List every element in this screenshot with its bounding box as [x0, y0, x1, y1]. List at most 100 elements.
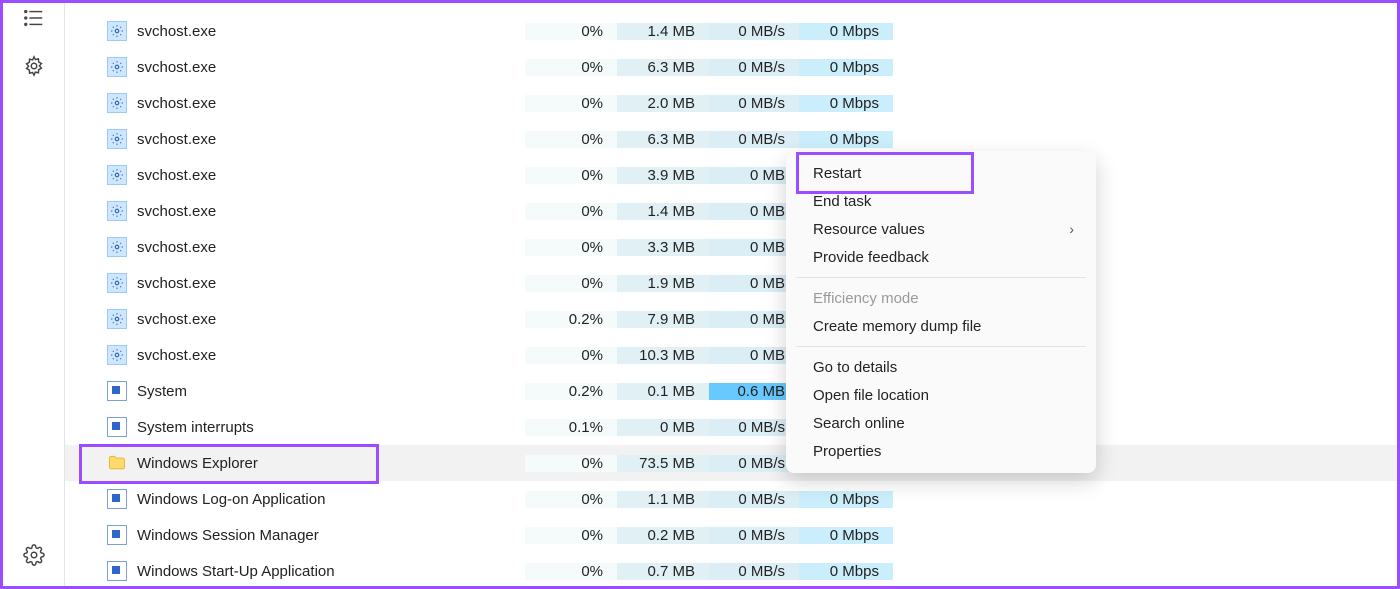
process-name: svchost.exe	[137, 347, 216, 364]
process-row[interactable]: System interrupts0.1%0 MB0 MB/s0 Mbps	[65, 409, 1397, 445]
cpu-cell: 0%	[525, 275, 617, 292]
process-name: Windows Explorer	[137, 455, 258, 472]
process-row[interactable]: svchost.exe0%6.3 MB0 MB/s0 Mbps	[65, 49, 1397, 85]
list-view-icon[interactable]	[23, 7, 45, 29]
context-menu-separator	[796, 346, 1086, 347]
gear-icon	[107, 309, 127, 329]
disk-cell: 0 MB/s	[709, 95, 799, 112]
ctx-open-file-location[interactable]: Open file location	[786, 381, 1096, 409]
ctx-go-to-details-label: Go to details	[813, 359, 897, 376]
process-row[interactable]: Windows Start-Up Application0%0.7 MB0 MB…	[65, 553, 1397, 589]
cpu-cell: 0.1%	[525, 419, 617, 436]
cpu-cell: 0%	[525, 455, 617, 472]
cpu-cell: 0%	[525, 527, 617, 544]
disk-cell: 0 MB/s	[709, 23, 799, 40]
net-cell: 0 Mbps	[799, 527, 893, 544]
gear-icon	[107, 21, 127, 41]
ctx-go-to-details[interactable]: Go to details	[786, 353, 1096, 381]
process-row[interactable]: svchost.exe 0%6.3 MB0 MB/s0 Mbps	[65, 121, 1397, 157]
process-name: svchost.exe	[137, 203, 216, 220]
net-cell: 0 Mbps	[799, 491, 893, 508]
gear-icon	[107, 165, 127, 185]
process-name: svchost.exe	[137, 275, 216, 292]
process-row[interactable]: Windows Log-on Application0%1.1 MB0 MB/s…	[65, 481, 1397, 517]
ctx-provide-feedback-label: Provide feedback	[813, 249, 929, 266]
cpu-cell: 0%	[525, 95, 617, 112]
gear-icon	[107, 345, 127, 365]
ctx-resource-values[interactable]: Resource values›	[786, 215, 1096, 243]
process-name: svchost.exe	[137, 167, 216, 184]
ctx-provide-feedback[interactable]: Provide feedback	[786, 243, 1096, 271]
process-name: svchost.exe	[137, 23, 216, 40]
disk-cell: 0 MB/s	[709, 527, 799, 544]
settings-icon[interactable]	[23, 544, 45, 566]
gear-icon	[107, 93, 127, 113]
process-name: Windows Start-Up Application	[137, 563, 335, 580]
process-table: svchost.exe0%1.4 MB0 MB/s0 Mbpssvchost.e…	[65, 3, 1397, 586]
process-row[interactable]: svchost.exe0%1.4 MB0 MB/s0 Mbps	[65, 13, 1397, 49]
mem-cell: 0.7 MB	[617, 563, 709, 580]
process-row[interactable]: System0.2%0.1 MB0.6 MB	[65, 373, 1397, 409]
mem-cell: 0.1 MB	[617, 383, 709, 400]
gear-icon	[107, 201, 127, 221]
ctx-restart-label: Restart	[813, 165, 861, 182]
mem-cell: 3.3 MB	[617, 239, 709, 256]
mem-cell: 1.4 MB	[617, 23, 709, 40]
gear-icon	[107, 57, 127, 77]
process-row[interactable]: svchost.exe0%10.3 MB0 MB	[65, 337, 1397, 373]
cpu-cell: 0%	[525, 347, 617, 364]
ctx-search-online[interactable]: Search online	[786, 409, 1096, 437]
system-icon	[107, 489, 127, 509]
process-name: System interrupts	[137, 419, 254, 436]
process-name: svchost.exe	[137, 95, 216, 112]
net-cell: 0 Mbps	[799, 563, 893, 580]
net-cell: 0 Mbps	[799, 23, 893, 40]
ctx-properties-label: Properties	[813, 443, 881, 460]
mem-cell: 6.3 MB	[617, 131, 709, 148]
startup-apps-icon[interactable]	[23, 55, 45, 77]
cpu-cell: 0%	[525, 491, 617, 508]
process-name: svchost.exe	[137, 59, 216, 76]
process-row[interactable]: svchost.exe0.2%7.9 MB0 MB	[65, 301, 1397, 337]
chevron-right-icon: ›	[1069, 221, 1074, 237]
process-name: Windows Session Manager	[137, 527, 319, 544]
mem-cell: 3.9 MB	[617, 167, 709, 184]
cpu-cell: 0.2%	[525, 383, 617, 400]
process-row[interactable]: svchost.exe0%2.0 MB0 MB/s0 Mbps	[65, 85, 1397, 121]
net-cell: 0 Mbps	[799, 131, 893, 148]
ctx-properties[interactable]: Properties	[786, 437, 1096, 465]
mem-cell: 0.2 MB	[617, 527, 709, 544]
process-name: svchost.exe	[137, 131, 216, 148]
process-name: svchost.exe	[137, 311, 216, 328]
system-icon	[107, 381, 127, 401]
process-row[interactable]: svchost.exe0%1.9 MB0 MB	[65, 265, 1397, 301]
disk-cell: 0 MB/s	[709, 563, 799, 580]
disk-cell: 0 MB/s	[709, 131, 799, 148]
disk-cell: 0 MB/s	[709, 59, 799, 76]
gear-icon	[107, 237, 127, 257]
cpu-cell: 0%	[525, 239, 617, 256]
process-name: Windows Log-on Application	[137, 491, 325, 508]
mem-cell: 0 MB	[617, 419, 709, 436]
sidebar	[3, 3, 65, 586]
process-row[interactable]: Windows Session Manager 0%0.2 MB0 MB/s0 M…	[65, 517, 1397, 553]
ctx-create-dump[interactable]: Create memory dump file	[786, 312, 1096, 340]
process-row[interactable]: svchost.exe0%3.9 MB0 MB	[65, 157, 1397, 193]
gear-icon	[107, 273, 127, 293]
mem-cell: 1.1 MB	[617, 491, 709, 508]
net-cell: 0 Mbps	[799, 59, 893, 76]
cpu-cell: 0%	[525, 131, 617, 148]
process-row[interactable]: svchost.exe0%1.4 MB0 MB	[65, 193, 1397, 229]
ctx-restart[interactable]: Restart	[786, 159, 1096, 187]
process-row[interactable]: Windows Explorer0%73.5 MB0 MB/s0 Mbps	[65, 445, 1397, 481]
cpu-cell: 0%	[525, 203, 617, 220]
mem-cell: 1.4 MB	[617, 203, 709, 220]
context-menu: Restart End task Resource values› Provid…	[786, 151, 1096, 473]
system-icon	[107, 417, 127, 437]
process-name: System	[137, 383, 187, 400]
ctx-end-task-label: End task	[813, 193, 871, 210]
mem-cell: 1.9 MB	[617, 275, 709, 292]
ctx-end-task[interactable]: End task	[786, 187, 1096, 215]
cpu-cell: 0%	[525, 59, 617, 76]
process-row[interactable]: svchost.exe0%3.3 MB0 MB	[65, 229, 1397, 265]
